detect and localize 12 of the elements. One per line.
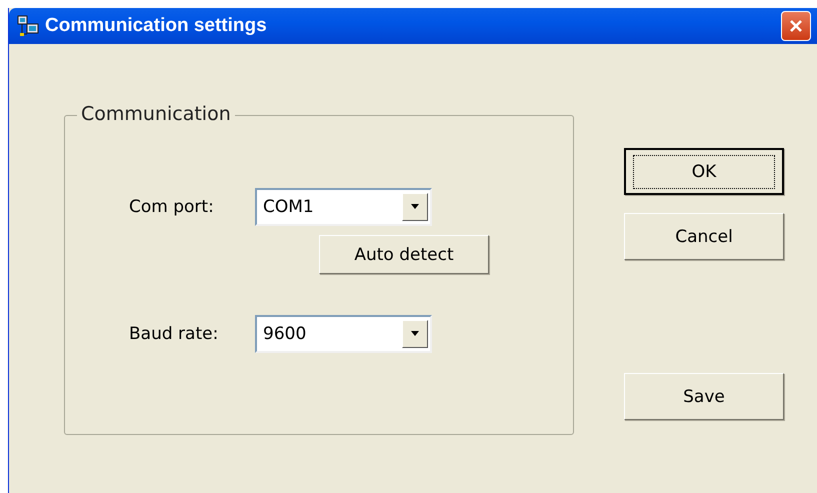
window-title: Communication settings bbox=[45, 15, 268, 37]
save-button[interactable]: Save bbox=[624, 373, 784, 420]
com-port-label: Com port: bbox=[128, 197, 215, 217]
baud-rate-dropdown[interactable]: 9600 bbox=[255, 315, 432, 353]
com-port-dropdown[interactable]: COM1 bbox=[255, 188, 432, 226]
auto-detect-button[interactable]: Auto detect bbox=[319, 235, 489, 274]
baud-rate-label: Baud rate: bbox=[128, 324, 220, 344]
close-icon bbox=[788, 18, 804, 34]
network-computers-icon bbox=[17, 15, 39, 37]
cancel-button[interactable]: Cancel bbox=[624, 213, 784, 260]
ok-button[interactable]: OK bbox=[624, 148, 784, 195]
close-button[interactable] bbox=[781, 11, 811, 41]
